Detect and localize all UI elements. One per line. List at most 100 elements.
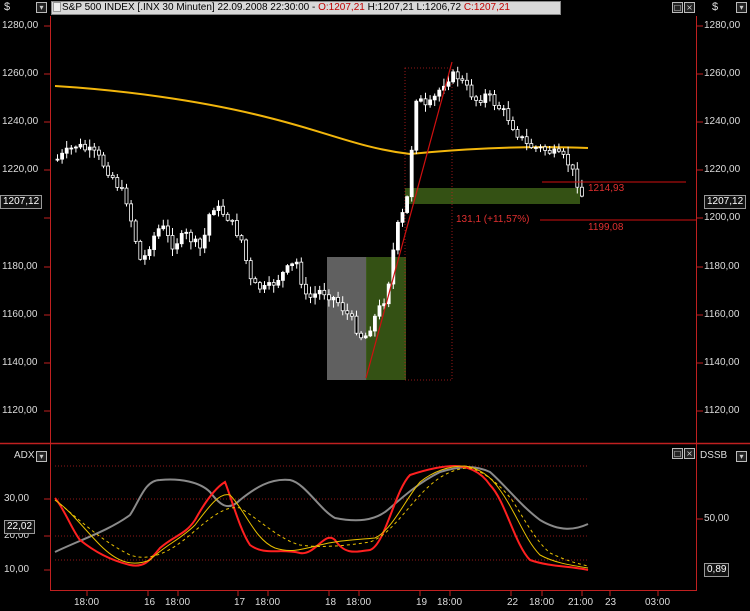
time-label: 18:00 bbox=[529, 597, 555, 608]
indicator-maximize-icon[interactable]: □ bbox=[672, 448, 683, 459]
candle-body bbox=[110, 174, 115, 178]
candle-body bbox=[239, 235, 244, 241]
candle-body bbox=[276, 279, 281, 286]
price-label-left: 1140,00 bbox=[2, 357, 38, 368]
candle-body bbox=[317, 289, 322, 295]
candle-body bbox=[267, 282, 272, 286]
time-label: 18 bbox=[325, 597, 337, 608]
candle-body bbox=[552, 148, 557, 154]
candle-body bbox=[257, 282, 262, 290]
candle-body bbox=[55, 158, 60, 161]
candle-body bbox=[188, 231, 193, 243]
indicator-dropdown-icon[interactable]: ▾ bbox=[36, 451, 47, 462]
candle-body bbox=[97, 149, 101, 156]
candle-body bbox=[253, 278, 258, 284]
time-label: 22 bbox=[507, 597, 519, 608]
time-label: 19 bbox=[416, 597, 428, 608]
candle-body bbox=[322, 289, 327, 296]
trend-line bbox=[365, 61, 453, 379]
candle-body bbox=[331, 297, 336, 301]
candle-body bbox=[152, 235, 157, 250]
time-label: 18:00 bbox=[437, 597, 463, 608]
candle-body bbox=[271, 282, 276, 286]
indicator-close-icon[interactable]: × bbox=[684, 448, 695, 459]
move-label: 131,1 (+11,57%) bbox=[456, 214, 530, 225]
candle-body bbox=[308, 293, 313, 298]
time-label: 23 bbox=[605, 597, 617, 608]
candle-body bbox=[313, 293, 318, 298]
candle-body bbox=[478, 99, 483, 103]
candle-body bbox=[326, 294, 331, 301]
candle-body bbox=[106, 165, 110, 176]
candle-body bbox=[129, 203, 134, 222]
indicator-right-dropdown-icon[interactable]: ▾ bbox=[736, 451, 747, 462]
candle-body bbox=[294, 261, 299, 265]
candle-body bbox=[524, 136, 529, 144]
green-highlight-box bbox=[366, 257, 406, 380]
candle-body bbox=[580, 186, 584, 197]
candle-body bbox=[557, 148, 561, 152]
candle-body bbox=[138, 240, 143, 260]
candle-body bbox=[262, 285, 267, 290]
candle-body bbox=[133, 220, 138, 242]
candle-body bbox=[377, 305, 382, 317]
candle-body bbox=[575, 168, 580, 188]
candle-body bbox=[405, 196, 410, 213]
candle-body bbox=[299, 261, 304, 285]
time-label: 21:00 bbox=[568, 597, 594, 608]
candle-body bbox=[354, 315, 359, 334]
time-label: 18:00 bbox=[346, 597, 372, 608]
candle-body bbox=[184, 231, 189, 234]
indicator-grid bbox=[55, 465, 588, 561]
candle-body bbox=[340, 302, 345, 312]
candle-body bbox=[78, 143, 83, 148]
candle-body bbox=[515, 129, 520, 138]
candle-body bbox=[368, 330, 373, 337]
adx-axis-label: 30,00 bbox=[4, 493, 30, 504]
candle-body bbox=[363, 335, 368, 339]
candle-body bbox=[87, 146, 92, 151]
time-label: 18:00 bbox=[165, 597, 191, 608]
candle-body bbox=[161, 225, 166, 230]
dotted-measure-box bbox=[404, 67, 453, 381]
candle-body bbox=[570, 164, 575, 170]
candle-body bbox=[400, 212, 405, 223]
candle-body bbox=[460, 78, 465, 81]
price-label-right: 1160,00 bbox=[704, 309, 740, 320]
candle-body bbox=[225, 213, 230, 221]
candle-body bbox=[464, 79, 469, 86]
candle-body bbox=[451, 71, 456, 83]
candle-body bbox=[248, 260, 253, 280]
price-label-right: 1240,00 bbox=[704, 116, 741, 127]
candle-body bbox=[64, 147, 69, 154]
candle-body bbox=[345, 310, 350, 315]
adx-current-value: 22,02 bbox=[4, 520, 36, 534]
candle-body bbox=[359, 332, 364, 339]
candle-body bbox=[437, 89, 442, 97]
candle-body bbox=[483, 93, 488, 103]
candle-body bbox=[230, 219, 235, 222]
adx-gray-line bbox=[54, 466, 589, 553]
candle-body bbox=[221, 205, 226, 215]
candle-body bbox=[165, 225, 170, 236]
price-label-left: 1240,00 bbox=[2, 116, 39, 127]
candle-body bbox=[120, 186, 124, 189]
candle-body bbox=[506, 108, 511, 121]
candle-body bbox=[234, 220, 239, 237]
candle-body bbox=[92, 146, 97, 151]
adx-label: ADX bbox=[14, 450, 35, 461]
candle-body bbox=[101, 154, 106, 167]
candle-body bbox=[547, 150, 552, 154]
candle-body bbox=[336, 297, 341, 304]
price-label-right: 1200,00 bbox=[704, 212, 741, 223]
price-chart[interactable] bbox=[0, 0, 750, 611]
candle-body bbox=[303, 283, 308, 295]
candle-body bbox=[534, 147, 538, 149]
time-label: 17 bbox=[234, 597, 246, 608]
candle-body bbox=[60, 152, 64, 160]
candle-body bbox=[561, 150, 566, 155]
candle-body bbox=[69, 147, 74, 150]
candle-body bbox=[510, 120, 515, 130]
candle-body bbox=[198, 238, 203, 249]
candle-body bbox=[428, 99, 433, 106]
